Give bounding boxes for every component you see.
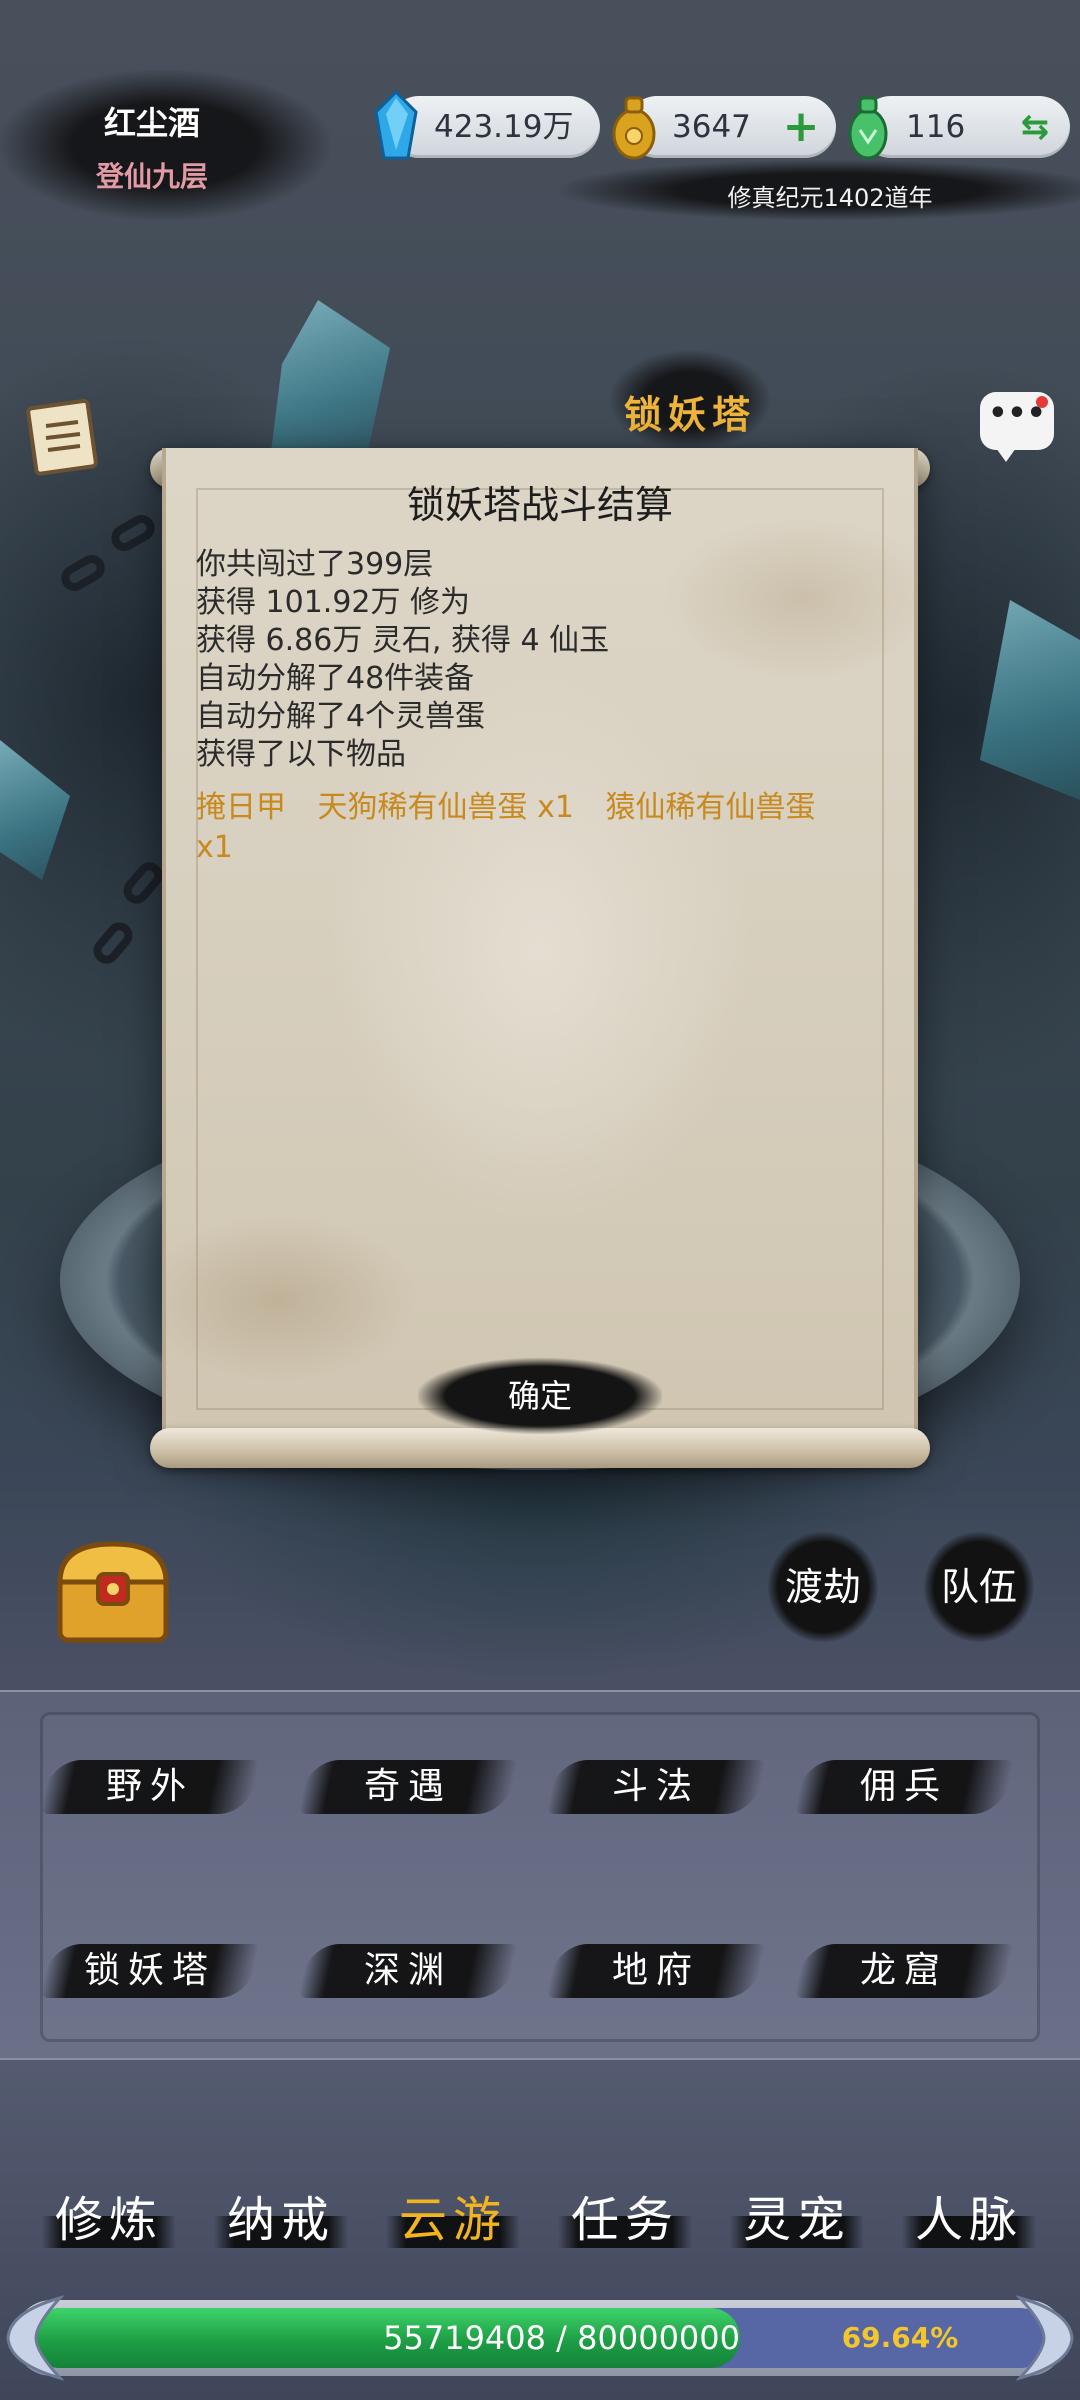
green-jade-pouch-icon: [848, 96, 888, 160]
result-line: 自动分解了4个灵兽蛋: [196, 699, 486, 734]
nav-tab-contacts[interactable]: 人脉: [894, 2180, 1044, 2260]
location-title: 锁妖塔: [623, 392, 756, 437]
activity-panel: [0, 1690, 1080, 2060]
activity-dragon-lair-button[interactable]: 龙窟: [794, 1938, 1014, 2004]
result-line: 获得了以下物品: [196, 737, 406, 772]
jade-value: 116: [906, 109, 966, 145]
activity-underworld-button[interactable]: 地府: [546, 1938, 766, 2004]
result-line: 自动分解了48件装备: [196, 661, 475, 696]
nav-tab-storage-ring[interactable]: 纳戒: [206, 2180, 356, 2260]
activity-mercenary-button[interactable]: 佣兵: [794, 1754, 1014, 1820]
result-line: 获得 6.86万 灵石, 获得 4 仙玉: [196, 623, 610, 658]
nav-tab-travel[interactable]: 云游: [378, 2180, 528, 2260]
location-header: 锁妖塔: [590, 350, 790, 450]
player-rank: 登仙九层: [95, 160, 208, 193]
nav-tab-quests[interactable]: 任务: [550, 2180, 700, 2260]
confirm-button[interactable]: 确定: [418, 1358, 662, 1434]
player-name: 红尘酒: [103, 104, 200, 142]
tribulation-button[interactable]: 渡劫: [768, 1532, 878, 1642]
activity-abyss-button[interactable]: 深渊: [298, 1938, 518, 2004]
gold-value: 3647: [672, 109, 751, 145]
era-year: 修真纪元1402道年: [727, 184, 933, 212]
team-button[interactable]: 队伍: [924, 1532, 1034, 1642]
treasure-chest-icon[interactable]: [52, 1534, 174, 1646]
reward-item[interactable]: 掩日甲: [196, 790, 286, 825]
nav-tab-pets[interactable]: 灵宠: [722, 2180, 872, 2260]
notification-dot: [1036, 396, 1048, 408]
activity-wild-button[interactable]: 野外: [40, 1754, 260, 1820]
activity-encounter-button[interactable]: 奇遇: [298, 1754, 518, 1820]
gold-coin-pouch-icon: [612, 96, 656, 160]
result-summary: 你共闯过了399层 获得 101.92万 修为 获得 6.86万 灵石, 获得 …: [196, 546, 886, 774]
result-line: 你共闯过了399层: [196, 547, 434, 582]
reward-item-list: 掩日甲 天狗稀有仙兽蛋 x1 猿仙稀有仙兽蛋 x1: [196, 788, 856, 868]
reward-item[interactable]: 天狗稀有仙兽蛋 x1: [318, 790, 574, 825]
cultivation-progress-text: 55719408 / 80000000: [383, 2319, 740, 2357]
cultivation-progress-percent: 69.64%: [841, 2321, 959, 2354]
gold-counter[interactable]: 3647 +: [612, 96, 836, 160]
blue-crystal-icon: [374, 90, 418, 160]
exchange-icon[interactable]: ⇆: [1012, 104, 1058, 150]
result-line: 获得 101.92万 修为: [196, 585, 471, 620]
add-gold-button[interactable]: +: [778, 104, 824, 150]
name-ink-background: [0, 70, 330, 220]
chat-bubble-icon[interactable]: •••: [980, 392, 1054, 462]
scroll-rod-bottom: [150, 1428, 930, 1468]
scroll-document-icon[interactable]: [26, 398, 102, 476]
bar-ornament-left: [6, 2295, 65, 2381]
activity-duel-button[interactable]: 斗法: [546, 1754, 766, 1820]
dialog-title: 锁妖塔战斗结算: [406, 483, 673, 527]
spirit-stone-counter[interactable]: 423.19万: [374, 90, 600, 160]
bar-ornament-right: [1015, 2295, 1074, 2381]
spirit-stone-value: 423.19万: [434, 109, 574, 145]
jade-counter[interactable]: 116 ⇆: [848, 96, 1070, 160]
nav-tab-cultivate[interactable]: 修炼: [34, 2180, 184, 2260]
activity-demon-tower-button[interactable]: 锁妖塔: [40, 1938, 260, 2004]
